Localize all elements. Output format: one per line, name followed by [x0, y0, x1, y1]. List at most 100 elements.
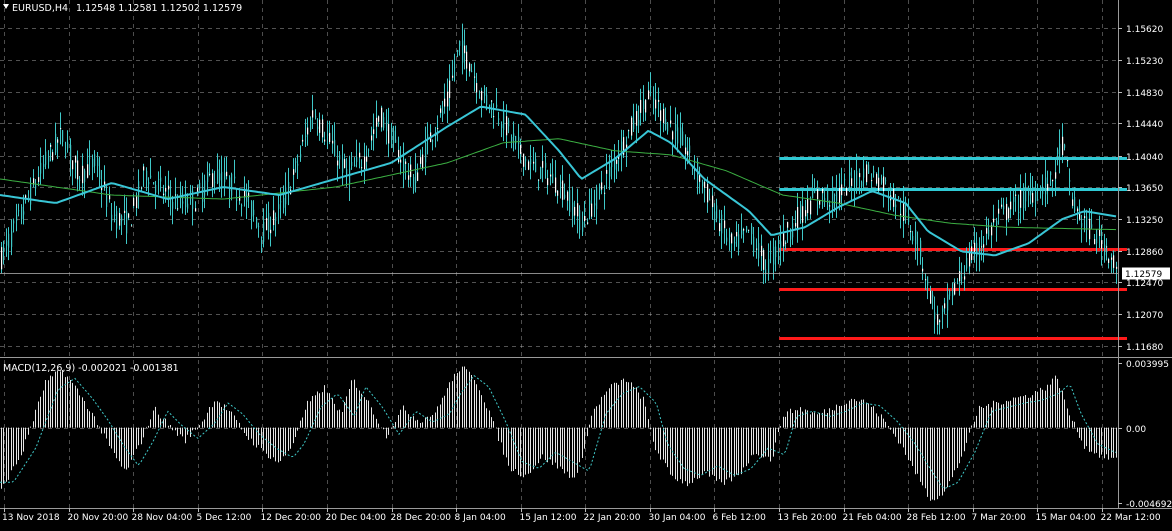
current-price-label: 1.12579 — [1125, 270, 1162, 280]
candle-body — [1013, 196, 1015, 202]
candle-body — [721, 214, 723, 234]
candle-body — [373, 129, 375, 134]
candle-body — [707, 183, 709, 203]
candle-body — [545, 162, 547, 168]
candle-body — [748, 229, 750, 231]
candle-body — [663, 108, 665, 123]
candle-body — [21, 206, 23, 219]
candle-body — [895, 204, 897, 208]
candle-body — [633, 120, 635, 130]
candle-body — [689, 145, 691, 154]
candle-body — [738, 234, 740, 249]
candle-body — [751, 225, 753, 235]
candle-body — [927, 276, 929, 286]
candle-body — [1067, 159, 1069, 162]
time-tick-label: 12 Dec 20:00 — [261, 513, 322, 523]
price-tick-label: 1.12470 — [1126, 279, 1163, 289]
candle-body — [577, 203, 579, 217]
candle-body — [405, 161, 407, 164]
candle-body — [160, 177, 162, 182]
candle-body — [45, 151, 47, 165]
candle-body — [873, 170, 875, 173]
candle-body — [881, 178, 883, 183]
candle-body — [285, 187, 287, 205]
candle-body — [109, 195, 111, 200]
chart-canvas[interactable]: 1.15620 1.15230 1.14830 1.14440 1.14040 1.136… — [0, 0, 1172, 527]
candle-body — [106, 194, 108, 207]
time-tick-label: 5 Dec 12:00 — [197, 513, 252, 523]
candle-body — [246, 194, 248, 202]
candle-body — [934, 312, 936, 320]
candle-body — [266, 217, 268, 231]
candle-body — [614, 159, 616, 170]
candle-body — [462, 40, 464, 63]
candle-body — [998, 208, 1000, 214]
candle-body — [680, 127, 682, 146]
candle-body — [682, 131, 684, 146]
candle-body — [900, 213, 902, 216]
candle-body — [18, 210, 20, 212]
candle-body — [351, 162, 353, 167]
price-tick-label: 1.12070 — [1126, 311, 1163, 321]
candle-body — [511, 136, 513, 142]
candle-body — [437, 128, 439, 130]
candle-body — [417, 172, 419, 181]
candle-body — [834, 194, 836, 196]
candle-body — [594, 203, 596, 206]
candle-body — [944, 303, 946, 309]
candle-body — [13, 220, 15, 224]
candle-body — [569, 189, 571, 212]
candle-body — [241, 205, 243, 207]
candle-body — [111, 214, 113, 222]
candle-body — [606, 169, 608, 174]
candle-body — [221, 171, 223, 189]
candle-body — [82, 165, 84, 184]
candle-body — [275, 217, 277, 221]
candle-body — [949, 291, 951, 296]
candle-body — [1052, 179, 1054, 182]
candle-body — [23, 211, 25, 215]
candle-body — [251, 201, 253, 217]
trading-chart[interactable]: 1.15620 1.15230 1.14830 1.14440 1.14040 1.136… — [0, 0, 1172, 527]
candle-body — [114, 214, 116, 216]
candle-body — [1057, 149, 1059, 154]
candle-body — [280, 201, 282, 203]
candle-body — [65, 152, 67, 155]
candle-body — [785, 242, 787, 244]
candle-body — [655, 99, 657, 109]
candle-body — [1113, 255, 1115, 268]
candle-body — [344, 159, 346, 169]
candle-body — [731, 233, 733, 244]
candle-body — [555, 177, 557, 193]
candle-body — [319, 119, 321, 133]
candle-body — [77, 160, 79, 180]
candle-body — [172, 201, 174, 209]
candle-body — [503, 110, 505, 130]
candle-body — [202, 187, 204, 202]
candle-body — [371, 135, 373, 141]
candle-body — [312, 110, 314, 118]
candle-body — [1096, 229, 1098, 244]
candle-body — [224, 172, 226, 183]
candle-body — [464, 45, 466, 54]
candle-body — [459, 40, 461, 46]
candle-body — [868, 164, 870, 174]
macd-tick-label: 0.003995 — [1126, 360, 1169, 370]
candle-body — [474, 76, 476, 78]
candle-body — [905, 208, 907, 213]
candle-body — [520, 145, 522, 154]
candle-body — [761, 245, 763, 257]
candle-body — [763, 250, 765, 270]
candle-body — [48, 156, 50, 162]
candle-body — [765, 269, 767, 274]
candle-body — [356, 156, 358, 162]
candle-body — [667, 122, 669, 132]
candle-body — [155, 185, 157, 193]
candle-body — [229, 177, 231, 192]
candle-body — [768, 259, 770, 274]
candle-body — [579, 209, 581, 230]
candle-body — [709, 198, 711, 201]
candle-body — [67, 142, 69, 149]
candle-body — [878, 177, 880, 191]
symbol-timeframe: EURUSD,H4 — [12, 3, 68, 14]
